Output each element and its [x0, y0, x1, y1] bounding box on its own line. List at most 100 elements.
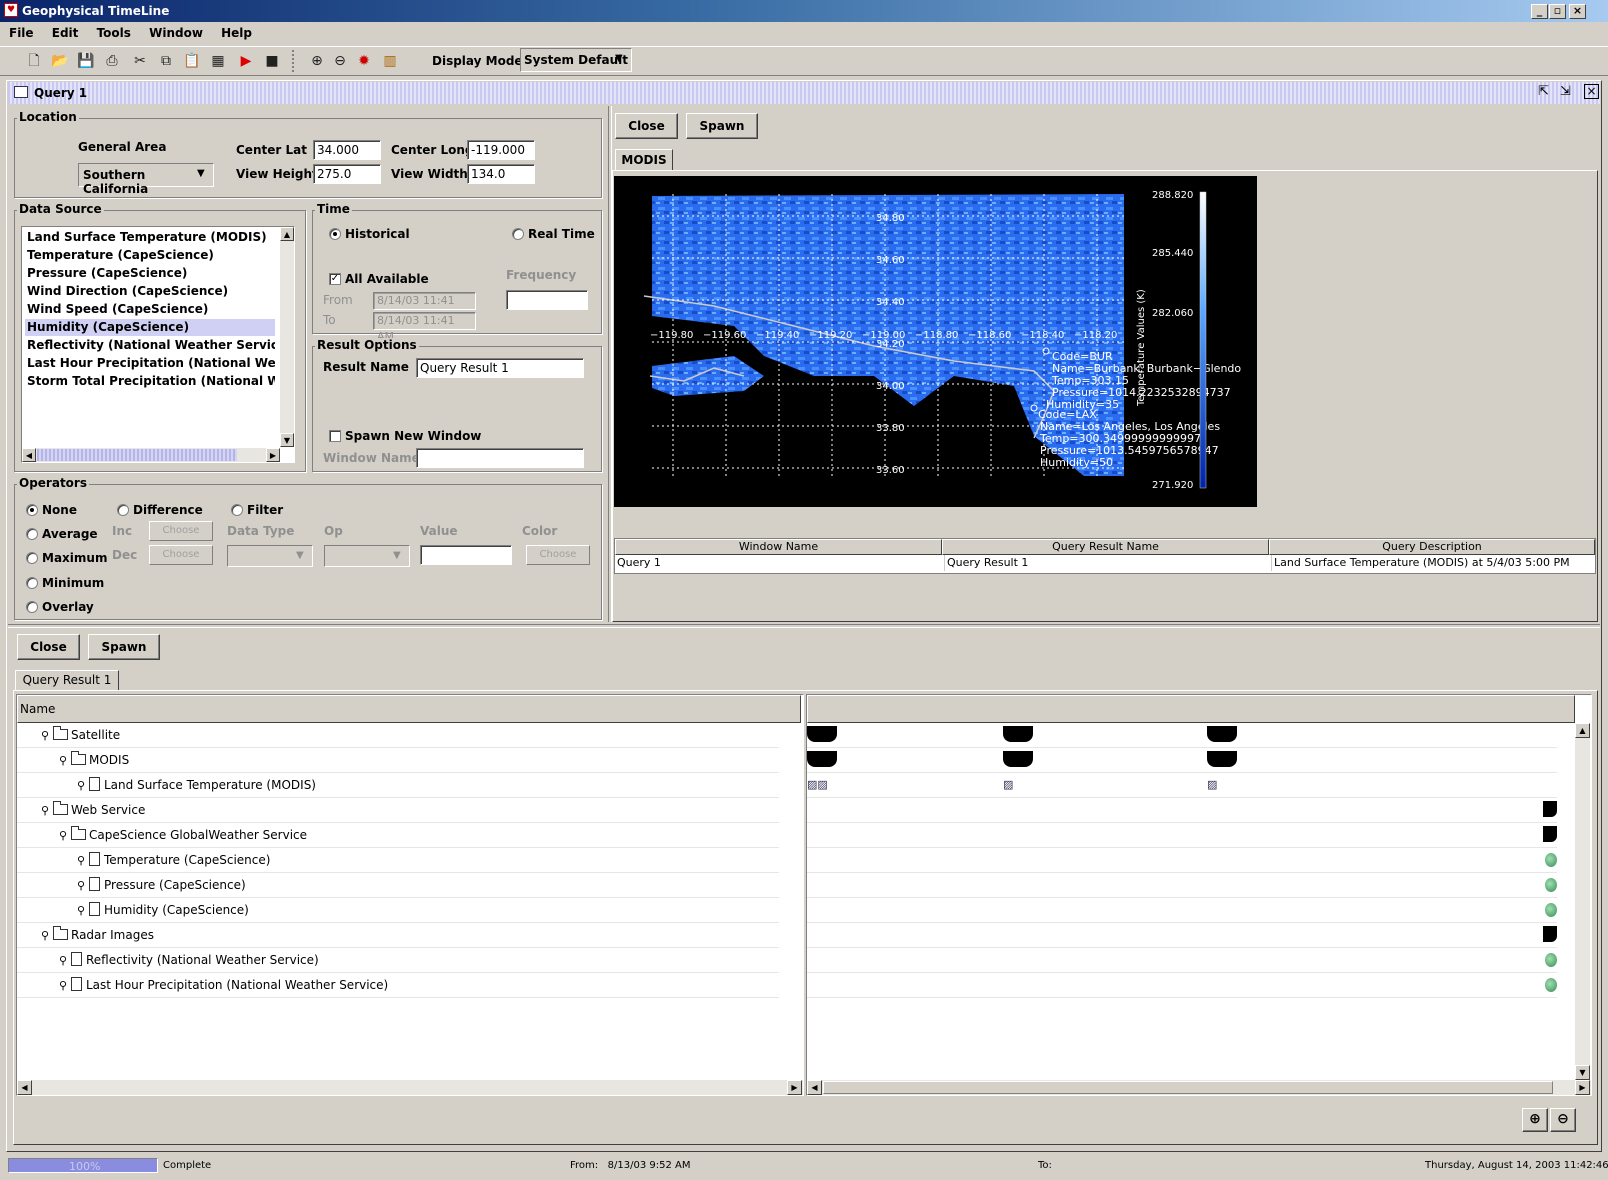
close-button[interactable]: Close — [615, 113, 678, 139]
satellite-event-marker[interactable] — [1003, 726, 1033, 742]
modis-event-marker[interactable] — [1207, 751, 1237, 767]
undock-icon[interactable]: ⇱ — [1538, 84, 1549, 99]
from-input[interactable]: 8/14/03 11:41 AM — [373, 292, 476, 323]
view-height-input[interactable]: 275.0 — [313, 164, 381, 184]
realtime-radio[interactable] — [512, 228, 524, 240]
restore-icon[interactable]: ⇲ — [1560, 84, 1571, 99]
chart-icon[interactable]: ▥ — [380, 51, 400, 71]
list-item[interactable]: Wind Direction (CapeScience) — [25, 283, 275, 300]
scroll-left-icon[interactable]: ◀ — [807, 1080, 822, 1095]
list-item[interactable]: Wind Speed (CapeScience) — [25, 301, 275, 318]
scroll-right-icon[interactable]: ▶ — [1575, 1080, 1590, 1095]
average-radio[interactable] — [26, 528, 38, 540]
spawn-new-window-checkbox[interactable] — [329, 430, 341, 442]
satellite-event-marker[interactable] — [1207, 726, 1237, 742]
tree-row[interactable]: ⚲ CapeScience GlobalWeather Service — [17, 823, 779, 848]
op-select[interactable]: ▼ — [324, 545, 410, 567]
tree-horizontal-scrollbar[interactable]: ◀ ▶ — [17, 1080, 803, 1095]
overlay-radio[interactable] — [26, 601, 38, 613]
table-header-window-name[interactable]: Window Name — [615, 539, 942, 555]
center-long-input[interactable]: -119.000 — [467, 140, 535, 160]
tree-row[interactable]: ⚲ Temperature (CapeScience) — [17, 848, 779, 873]
scroll-left-icon[interactable]: ◀ — [22, 448, 36, 462]
value-input[interactable] — [420, 545, 512, 565]
list-item-selected[interactable]: Humidity (CapeScience) — [25, 319, 275, 336]
tree-row[interactable]: ⚲ Satellite — [17, 723, 779, 748]
data-source-list[interactable]: Land Surface Temperature (MODIS) Tempera… — [21, 226, 295, 463]
menu-tools[interactable]: Tools — [97, 26, 131, 40]
tree-row[interactable]: ⚲ Last Hour Precipitation (National Weath… — [17, 973, 779, 998]
view-width-input[interactable]: 134.0 — [467, 164, 535, 184]
timeline-zoom-out-button[interactable]: ⊖ — [1550, 1108, 1576, 1132]
settings-icon[interactable]: ✹ — [354, 51, 374, 71]
data-type-select[interactable]: ▼ — [227, 545, 313, 567]
save-icon[interactable]: 💾 — [76, 51, 96, 71]
tree-row[interactable]: ⚲ Web Service — [17, 798, 779, 823]
list-item[interactable]: Storm Total Precipitation (National Weat… — [25, 373, 275, 390]
table-header-query-description[interactable]: Query Description — [1269, 539, 1595, 555]
scroll-down-icon[interactable]: ▼ — [1575, 1065, 1590, 1080]
frequency-input[interactable] — [506, 290, 588, 310]
scroll-thumb[interactable] — [37, 449, 237, 461]
difference-radio[interactable] — [117, 504, 129, 516]
all-available-checkbox[interactable]: ✓ — [329, 273, 341, 285]
center-lat-input[interactable]: 34.000 — [313, 140, 381, 160]
scroll-up-icon[interactable]: ▲ — [280, 227, 294, 241]
minimize-button[interactable]: _ — [1531, 4, 1548, 19]
web-service-event-marker[interactable] — [1543, 801, 1557, 817]
timeline-zoom-in-button[interactable]: ⊕ — [1522, 1108, 1548, 1132]
scroll-right-icon[interactable]: ▶ — [266, 448, 280, 462]
open-folder-icon[interactable]: 📂 — [50, 51, 70, 71]
list-item[interactable]: Temperature (CapeScience) — [25, 247, 275, 264]
scroll-left-icon[interactable]: ◀ — [17, 1080, 32, 1095]
tree-row[interactable]: ⚲ Humidity (CapeScience) — [17, 898, 779, 923]
play-icon[interactable]: ▶ — [236, 51, 256, 71]
zoom-out-icon[interactable]: ⊖ — [330, 51, 350, 71]
tree-row[interactable]: ⚲ Reflectivity (National Weather Service) — [17, 948, 779, 973]
minimum-radio[interactable] — [26, 577, 38, 589]
stop-icon[interactable]: ■ — [262, 51, 282, 71]
maximum-radio[interactable] — [26, 552, 38, 564]
list-item[interactable]: Land Surface Temperature (MODIS) — [25, 229, 275, 246]
results-close-button[interactable]: Close — [17, 634, 80, 660]
globe-icon[interactable] — [1545, 878, 1557, 892]
image-thumbnail-icon[interactable]: ▨ — [1207, 777, 1227, 793]
color-choose-button[interactable]: Choose — [526, 545, 590, 565]
timeline-horizontal-scrollbar[interactable]: ◀ ▶ — [807, 1080, 1591, 1095]
scroll-right-icon[interactable]: ▶ — [787, 1080, 802, 1095]
image-thumbnail-icon[interactable]: ▨ — [1003, 777, 1023, 793]
globe-icon[interactable] — [1545, 953, 1557, 967]
print-icon[interactable]: ⎙ — [102, 51, 122, 71]
tree-row[interactable]: ⚲ Pressure (CapeScience) — [17, 873, 779, 898]
table-row[interactable]: Query 1 Query Result 1 Land Surface Temp… — [615, 555, 1595, 572]
to-input[interactable]: 8/14/03 11:41 AM — [373, 312, 476, 343]
scroll-up-icon[interactable]: ▲ — [1575, 723, 1590, 738]
close-window-button[interactable]: × — [1569, 4, 1586, 19]
cut-icon[interactable]: ✂ — [130, 51, 150, 71]
frame-close-icon[interactable]: × — [1584, 84, 1599, 99]
tab-query-result-1[interactable]: Query Result 1 — [15, 670, 119, 691]
copy-icon[interactable]: ⧉ — [156, 51, 176, 71]
list-item[interactable]: Last Hour Precipitation (National Weathe… — [25, 355, 275, 372]
filter-radio[interactable] — [231, 504, 243, 516]
none-radio[interactable] — [26, 504, 38, 516]
display-mode-select[interactable]: System Default ▼ — [520, 48, 632, 72]
globe-icon[interactable] — [1545, 903, 1557, 917]
capescience-event-marker[interactable] — [1543, 826, 1557, 842]
maximize-button[interactable]: ▫ — [1549, 4, 1566, 19]
dec-choose-button[interactable]: Choose — [149, 545, 213, 565]
list-horizontal-scrollbar[interactable]: ◀ ▶ — [22, 448, 280, 462]
timeline-vertical-scrollbar[interactable]: ▲ ▼ — [1575, 723, 1590, 1081]
globe-icon[interactable] — [1545, 853, 1557, 867]
general-area-select[interactable]: Southern California ▼ — [78, 163, 214, 196]
historical-radio[interactable] — [329, 228, 341, 240]
spawn-button[interactable]: Spawn — [686, 113, 758, 139]
scroll-down-icon[interactable]: ▼ — [280, 433, 294, 447]
tree-name-header[interactable]: Name — [17, 695, 801, 723]
list-vertical-scrollbar[interactable]: ▲ ▼ — [280, 227, 294, 447]
scroll-thumb[interactable] — [823, 1081, 1553, 1094]
inc-choose-button[interactable]: Choose — [149, 521, 213, 541]
list-item[interactable]: Pressure (CapeScience) — [25, 265, 275, 282]
modis-event-marker[interactable] — [807, 751, 837, 767]
results-spawn-button[interactable]: Spawn — [88, 634, 160, 660]
